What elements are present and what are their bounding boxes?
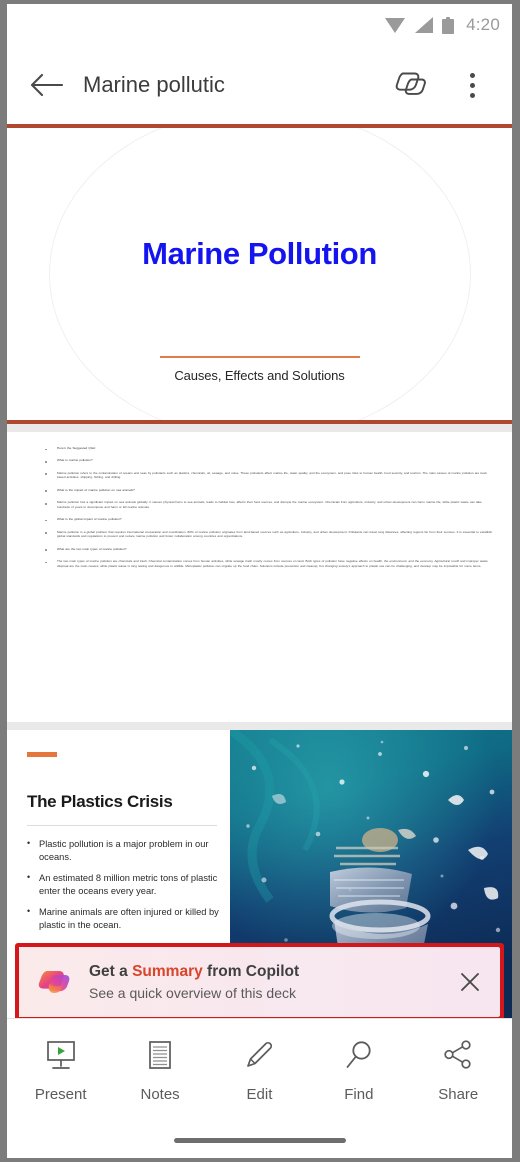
present-screen-icon xyxy=(44,1038,78,1077)
slide-1-title[interactable]: Marine Pollution Causes, Effects and Sol… xyxy=(7,124,512,424)
status-bar-clock: 4:20 xyxy=(466,15,500,34)
copilot-summary-banner[interactable]: Get a Summary from Copilot See a quick o… xyxy=(15,943,504,1018)
qa-bullet-icon xyxy=(45,490,48,492)
copilot-banner-surface[interactable]: Get a Summary from Copilot See a quick o… xyxy=(19,947,500,1017)
slide-1-title-text: Marine Pollution xyxy=(142,236,377,271)
qa-line-spacer xyxy=(45,480,494,488)
slide-3-accent-bar xyxy=(27,752,57,757)
qa-line: Marine pollution is a global problem tha… xyxy=(45,530,494,539)
page-title: Marine pollutic xyxy=(83,72,225,97)
toolbar-item-label: Present xyxy=(34,1085,87,1103)
copilot-icon xyxy=(395,72,426,95)
copilot-banner-title-suffix: from Copilot xyxy=(202,963,300,981)
qa-line: The two main types of marine pollution a… xyxy=(45,559,494,568)
back-arrow-icon xyxy=(30,73,63,97)
slide-scroll-area[interactable]: Marine Pollution Causes, Effects and Sol… xyxy=(7,124,512,1018)
slide-3-bullet-item: An estimated 8 million metric tons of pl… xyxy=(27,871,227,899)
copilot-banner-text: Get a Summary from Copilot See a quick o… xyxy=(89,962,450,1002)
qa-bullet-icon xyxy=(45,461,48,463)
qa-bullet-icon xyxy=(45,562,48,564)
qa-line-spacer xyxy=(45,492,494,500)
copilot-banner-close-button[interactable] xyxy=(450,962,490,1002)
qa-line-text: What is the impact of marine pollution o… xyxy=(57,487,135,492)
copilot-banner-title-highlight: Summary xyxy=(132,963,203,981)
toolbar-item-edit[interactable]: Edit xyxy=(213,1038,305,1103)
notes-document-icon xyxy=(143,1038,177,1077)
slide-1-accent-rule xyxy=(159,356,360,358)
copilot-banner-title: Get a Summary from Copilot xyxy=(89,963,299,980)
qa-line-spacer xyxy=(45,509,494,517)
back-button[interactable] xyxy=(15,54,77,116)
qa-bullet-icon xyxy=(45,503,48,505)
wifi-icon xyxy=(385,17,406,33)
copilot-banner-title-prefix: Get a xyxy=(89,963,133,981)
qa-bullet-icon xyxy=(45,549,48,551)
qa-bullet-icon xyxy=(45,520,48,522)
home-indicator-zone xyxy=(7,1121,512,1158)
slide-3-bullet-list: Plastic pollution is a major problem in … xyxy=(27,837,227,940)
toolbar-item-label: Edit xyxy=(246,1085,273,1103)
qa-line-spacer xyxy=(45,463,494,471)
status-bar: 4:20 xyxy=(7,4,512,46)
qa-line-spacer xyxy=(45,450,494,458)
qa-line: Marine pollution refers to the contamina… xyxy=(45,471,494,480)
slide-3-plastics[interactable]: The Plastics Crisis Plastic pollution is… xyxy=(7,730,512,1018)
app-bar: Marine pollutic xyxy=(7,46,512,124)
qa-bullet-icon xyxy=(45,473,48,475)
copilot-button[interactable] xyxy=(386,61,434,109)
qa-line-spacer xyxy=(45,568,494,576)
toolbar-item-find[interactable]: Find xyxy=(313,1038,405,1103)
pencil-edit-icon xyxy=(242,1038,276,1077)
qa-line-spacer xyxy=(45,522,494,530)
status-bar-right-cluster: 4:20 xyxy=(385,4,500,46)
qa-line-spacer xyxy=(45,539,494,547)
qa-line-text: Marine pollution is a global problem tha… xyxy=(57,529,493,539)
qa-bullet-icon xyxy=(45,449,48,451)
qa-line-text: Marine pollution refers to the contamina… xyxy=(57,470,488,480)
slide-3-title-text: The Plastics Crisis xyxy=(27,792,173,811)
more-options-button[interactable] xyxy=(448,61,496,109)
phone-screen: 4:20 Marine pollutic Marine Pollution Ca… xyxy=(7,4,512,1158)
copilot-logo-icon xyxy=(37,964,73,1000)
slide-1-subtitle-text: Causes, Effects and Solutions xyxy=(174,368,345,383)
qa-line-text: Marine pollution has a significant impac… xyxy=(57,500,482,509)
magnifier-search-icon xyxy=(342,1038,376,1077)
slide-3-divider xyxy=(27,825,217,826)
copilot-banner-subtitle: See a quick overview of this deck xyxy=(89,984,296,1001)
slide-gap-1 xyxy=(7,424,512,432)
more-options-icon xyxy=(469,72,475,98)
bottom-toolbar: Present Notes Edit Find Share xyxy=(7,1019,512,1121)
qa-line-text: What is the global impact of marine poll… xyxy=(57,517,122,522)
close-icon xyxy=(461,973,479,991)
qa-bullet-icon xyxy=(45,532,48,534)
slide-3-bullet-item: Marine animals are often injured or kill… xyxy=(27,905,227,933)
battery-icon xyxy=(442,16,455,34)
cellular-signal-icon xyxy=(415,17,434,33)
qa-line: Marine pollution has a significant impac… xyxy=(45,500,494,509)
slide-3-bullet-item: Plastic pollution is a major problem in … xyxy=(27,837,227,865)
slide-2-qa[interactable]: Here's the Suggested Q&A: What is marine … xyxy=(7,432,512,722)
share-nodes-icon xyxy=(441,1038,475,1077)
qa-line-text: What are the two main types of marine po… xyxy=(57,546,127,551)
toolbar-item-present[interactable]: Present xyxy=(15,1038,107,1103)
toolbar-item-share[interactable]: Share xyxy=(412,1038,504,1103)
home-indicator[interactable] xyxy=(173,1137,346,1143)
qa-line-text: Here's the Suggested Q&A: xyxy=(57,446,96,450)
qa-line-text: The two main types of marine pollution a… xyxy=(57,559,488,568)
toolbar-item-notes[interactable]: Notes xyxy=(114,1038,206,1103)
app-bar-actions xyxy=(386,61,512,109)
qa-line-spacer xyxy=(45,551,494,559)
qa-line-text: What is marine pollution? xyxy=(57,458,93,463)
toolbar-item-label: Notes xyxy=(140,1085,180,1103)
toolbar-item-label: Find xyxy=(344,1085,374,1103)
toolbar-item-label: Share xyxy=(438,1085,479,1103)
slide-gap-2 xyxy=(7,722,512,730)
slide-2-text-block: Here's the Suggested Q&A: What is marine … xyxy=(45,446,494,576)
